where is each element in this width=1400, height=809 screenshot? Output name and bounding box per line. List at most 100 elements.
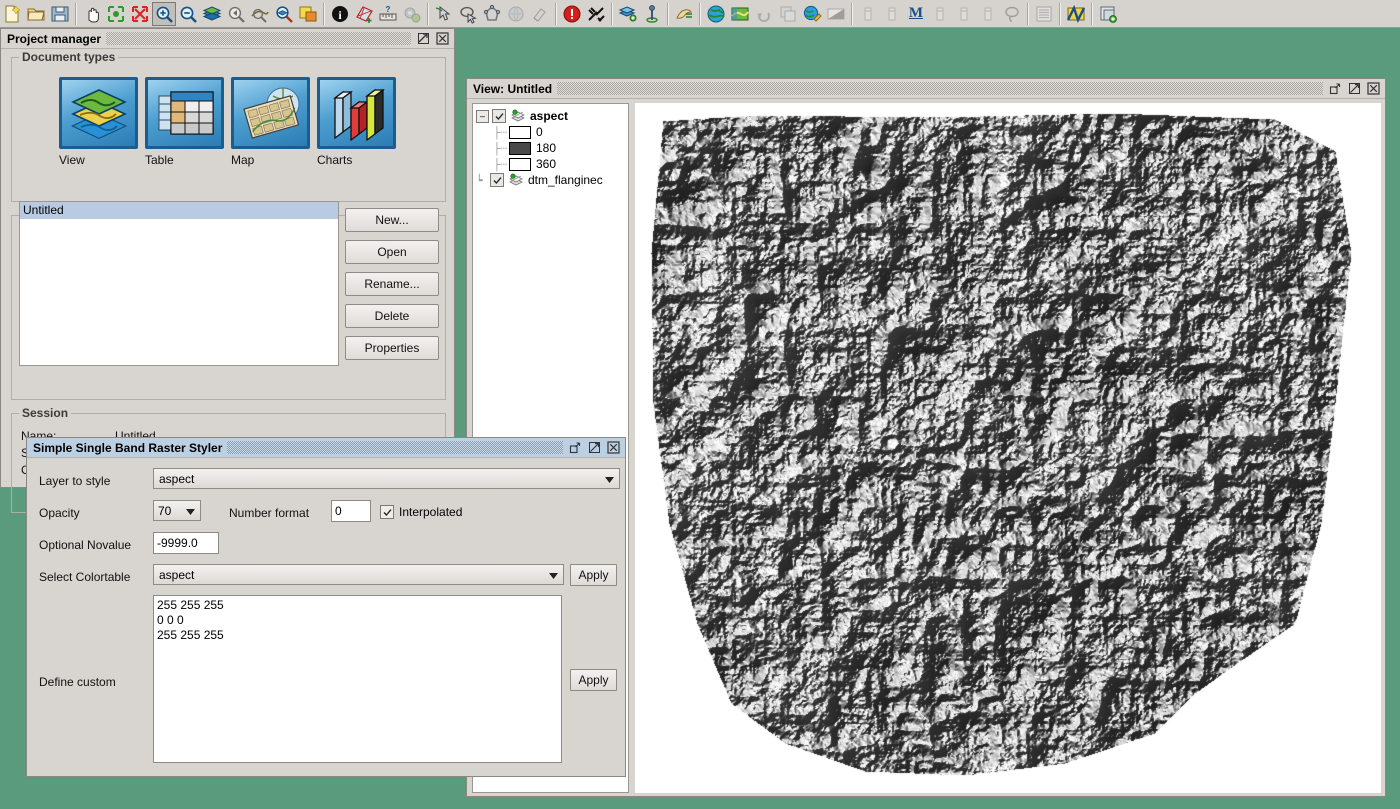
interpolated-label: Interpolated <box>399 505 463 519</box>
close-button[interactable] <box>606 440 621 455</box>
expander-collapse-icon[interactable]: – <box>476 109 489 123</box>
maximize-button[interactable] <box>1347 81 1362 96</box>
zoom-next-icon[interactable] <box>248 2 272 26</box>
zoom-in-icon[interactable] <box>152 1 176 26</box>
globe-icon[interactable] <box>704 2 728 26</box>
doc-type-view[interactable]: View <box>59 77 138 167</box>
open-project-icon[interactable] <box>24 2 48 26</box>
select-colortable-label: Select Colortable <box>39 570 131 584</box>
layer-visibility-checkbox[interactable] <box>492 109 506 123</box>
layer-to-style-combo[interactable]: aspect <box>153 468 620 489</box>
view-list[interactable]: Untitled <box>19 201 339 366</box>
table-doc-icon <box>1032 2 1056 26</box>
project-manager-titlebar[interactable]: Project manager <box>1 29 454 49</box>
restore-button[interactable] <box>568 440 583 455</box>
define-custom-label: Define custom <box>39 675 116 689</box>
delete-view-button[interactable]: Delete <box>345 304 439 328</box>
add-catalog-icon[interactable] <box>1096 2 1120 26</box>
pan-icon[interactable] <box>80 2 104 26</box>
delete-view-button-label: Delete <box>374 309 410 323</box>
layer-to-style-label: Layer to style <box>39 474 111 488</box>
number-format-input[interactable]: 0 <box>331 500 371 522</box>
refresh-icon <box>752 2 776 26</box>
locator-icon[interactable] <box>296 2 320 26</box>
toolbar-separator <box>667 2 669 25</box>
toolbar-separator <box>427 2 429 25</box>
layers-icon[interactable] <box>200 2 224 26</box>
apply-colortable-button[interactable]: Apply <box>570 564 617 586</box>
define-custom-textarea[interactable]: 255 255 255 0 0 0 255 255 255 <box>153 595 562 763</box>
layer-aspect[interactable]: – aspect <box>476 108 626 124</box>
open-view-button-label: Open <box>377 245 407 259</box>
info-icon[interactable]: i <box>328 2 352 26</box>
opacity-combo[interactable]: 70 <box>153 500 201 521</box>
apply-custom-button[interactable]: Apply <box>570 669 617 691</box>
layer-dtm-flanginec[interactable]: ┕ dtm_flanginec <box>476 172 626 188</box>
zoom-out-icon[interactable] <box>176 2 200 26</box>
tools-icon[interactable] <box>584 2 608 26</box>
interpolated-checkbox[interactable]: Interpolated <box>380 505 462 519</box>
properties-view-button[interactable]: Properties <box>345 336 439 360</box>
map-icon[interactable] <box>728 2 752 26</box>
open-view-button[interactable]: Open <box>345 240 439 264</box>
layer-label: dtm_flanginec <box>528 173 603 187</box>
project-manager-window: Project manager Document types View Sess… <box>0 28 455 513</box>
maximize-button[interactable] <box>587 440 602 455</box>
select-polygon-icon[interactable] <box>480 2 504 26</box>
styler-dialog: Simple Single Band Raster Styler Layer t… <box>26 437 626 777</box>
rename-view-button[interactable]: Rename... <box>345 272 439 296</box>
tree-connector: ├┈ <box>493 142 508 155</box>
chevron-down-icon <box>605 472 614 486</box>
add-point-layer-icon[interactable] <box>640 2 664 26</box>
layer-visibility-checkbox[interactable] <box>490 173 504 187</box>
select-colortable-combo[interactable]: aspect <box>153 564 564 585</box>
toolbar-separator <box>555 2 557 25</box>
apply-custom-button-label: Apply <box>578 673 609 687</box>
select-colortable-value: aspect <box>159 567 195 582</box>
modeler-label: M <box>908 5 924 21</box>
doc-type-charts-label: Charts <box>317 153 353 167</box>
raster-layer-icon <box>510 109 526 124</box>
zoom-layer-icon[interactable] <box>272 2 296 26</box>
new-view-button[interactable]: New... <box>345 208 439 232</box>
doc-type-charts[interactable]: Charts <box>317 77 396 167</box>
select-circle-icon[interactable] <box>456 2 480 26</box>
map-canvas[interactable] <box>635 103 1381 793</box>
titlebar-texture <box>557 82 1323 95</box>
restore-button[interactable] <box>1328 81 1343 96</box>
class-color-swatch <box>509 141 531 155</box>
zoom-previous-icon[interactable] <box>224 2 248 26</box>
main-toolbar: i? M <box>0 0 1400 28</box>
area-measure-icon[interactable] <box>352 2 376 26</box>
class-value-label: 180 <box>536 141 557 155</box>
select-globe-icon <box>504 2 528 26</box>
stop-icon[interactable] <box>560 2 584 26</box>
zoom-full-extent-icon[interactable] <box>104 2 128 26</box>
toolbar-separator <box>75 2 77 25</box>
optional-novalue-input[interactable]: -9999.0 <box>153 532 219 554</box>
list-item[interactable]: Untitled <box>20 202 338 219</box>
map-doc-icon[interactable] <box>1064 2 1088 26</box>
view-window-titlebar[interactable]: View: Untitled <box>467 79 1385 99</box>
styler-dialog-titlebar[interactable]: Simple Single Band Raster Styler <box>27 438 625 458</box>
distance-measure-icon[interactable]: ? <box>376 2 400 26</box>
add-layer-icon[interactable] <box>616 2 640 26</box>
edit-globe-icon[interactable] <box>800 2 824 26</box>
table-grid-icon <box>145 77 224 149</box>
select-arrow-icon[interactable] <box>432 2 456 26</box>
zoom-selection-icon[interactable] <box>128 2 152 26</box>
close-button[interactable] <box>1366 81 1381 96</box>
close-button[interactable] <box>435 31 450 46</box>
maximize-button[interactable] <box>416 31 431 46</box>
hand-edit-icon[interactable] <box>672 2 696 26</box>
doc-type-map[interactable]: Map <box>231 77 310 167</box>
doc-type-map-label: Map <box>231 153 255 167</box>
raster-tool-1-icon <box>856 2 880 26</box>
doc-type-table[interactable]: Table <box>145 77 224 167</box>
chevron-down-icon <box>186 504 195 518</box>
toolbar-separator <box>323 2 325 25</box>
modeler-icon[interactable]: M <box>904 2 928 26</box>
save-project-icon[interactable] <box>48 2 72 26</box>
new-project-icon[interactable] <box>0 2 24 26</box>
number-format-label: Number format <box>229 506 310 520</box>
